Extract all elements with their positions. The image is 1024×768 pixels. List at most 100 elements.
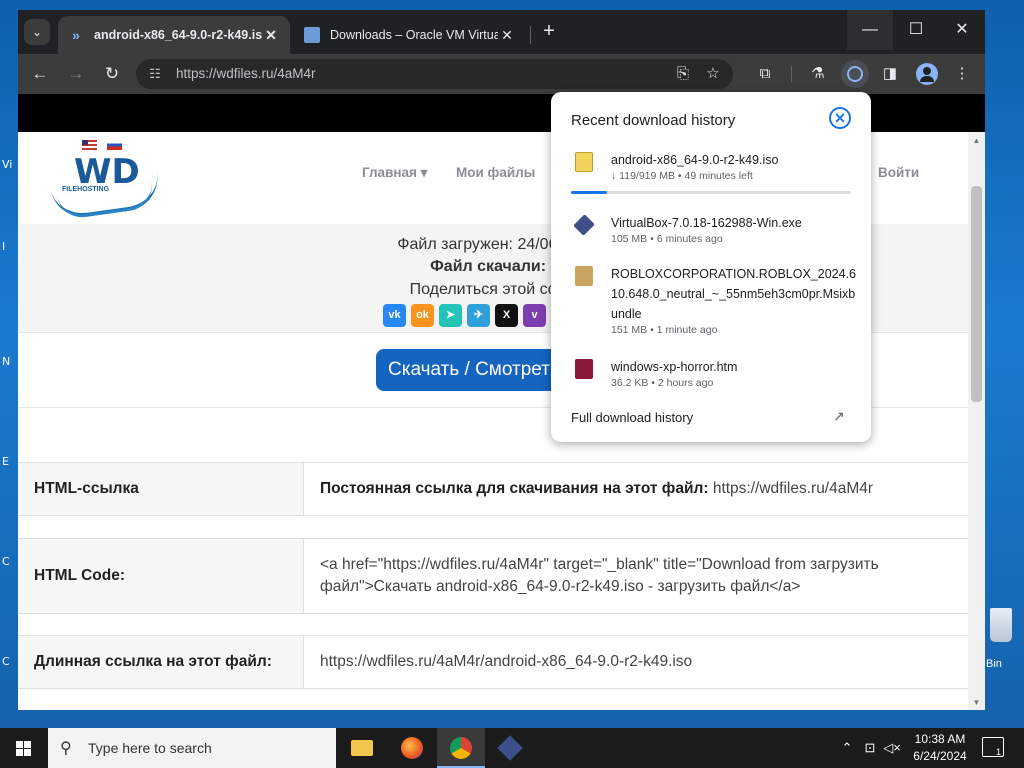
russian-flag-icon[interactable] [107,140,122,150]
site-logo[interactable]: WD FILEHOSTING [50,152,162,222]
download-item[interactable]: windows-xp-horror.htm 36.2 KB • 2 hours … [571,357,861,397]
share-buttons: vk ok ➤ ✈ X v [383,304,546,327]
network-icon[interactable]: ⊡ [860,728,880,768]
close-bubble-button[interactable]: ✕ [829,107,851,129]
menu-login[interactable]: Войти [878,165,919,180]
download-meta: 36.2 KB • 2 hours ago [611,377,714,389]
language-flags [82,140,122,150]
bookmark-star-icon[interactable]: ☆ [703,64,723,84]
close-window-button[interactable]: ✕ [939,10,985,50]
taskbar-search[interactable]: ⚲ Type here to search [48,728,336,768]
download-progress-bar [571,191,851,194]
install-app-icon[interactable]: ⎘ [673,64,693,84]
new-tab-button[interactable]: + [537,20,561,44]
tab-android-iso[interactable]: » android-x86_64-9.0-r2-k49.iso ✕ [58,16,290,54]
permanent-link[interactable]: https://wdfiles.ru/4aM4r [709,480,873,497]
virtualbox-file-icon [573,214,595,236]
x-twitter-icon[interactable]: X [495,304,518,327]
system-clock[interactable]: 10:38 AM 6/24/2024 [905,731,975,765]
telegram-icon[interactable]: ✈ [467,304,490,327]
logo-subtext: FILEHOSTING [62,186,110,193]
tab-strip: ⌄ » android-x86_64-9.0-r2-k49.iso ✕ Down… [18,10,985,54]
open-external-icon[interactable]: ↗ [833,408,849,424]
scrollbar-thumb[interactable] [971,186,982,402]
send-icon[interactable]: ➤ [439,304,462,327]
recycle-bin[interactable]: Bin [986,604,1024,674]
back-button[interactable]: ← [27,61,53,87]
notification-center-icon[interactable]: 1 [982,737,1004,757]
desktop-icon-fragment[interactable]: C [2,555,16,568]
volume-muted-icon[interactable]: ◁× [882,728,902,768]
scroll-up-arrow[interactable]: ▲ [972,136,981,145]
menu-my-files[interactable]: Мои файлы [456,165,535,180]
package-file-icon [575,266,593,286]
row-label: HTML-ссылка [18,463,304,515]
windows-logo-icon [16,741,23,748]
desktop-icon-fragment[interactable]: C [2,655,16,668]
reload-button[interactable]: ↻ [99,61,125,87]
site-info-icon[interactable]: ☷ [146,65,164,83]
long-link-value[interactable]: https://wdfiles.ru/4aM4r/android-x86_64-… [304,636,968,688]
tab-close-icon[interactable]: ✕ [498,27,516,44]
extensions-icon[interactable]: ⧉ [753,62,777,86]
profile-avatar[interactable] [916,63,938,85]
row-value-prefix: Постоянная ссылка для скачивания на этот… [320,480,709,497]
address-bar[interactable]: ☷ https://wdfiles.ru/4aM4r ⎘ ☆ [136,59,733,89]
virtualbox-taskbar-icon[interactable] [486,728,534,768]
table-row: HTML Code: <a href="https://wdfiles.ru/4… [18,538,968,614]
download-meta: 151 MB • 1 minute ago [611,324,718,336]
downloads-bubble-title: Recent download history [571,112,736,129]
row-value[interactable]: Постоянная ссылка для скачивания на этот… [304,463,968,515]
download-filename: VirtualBox-7.0.18-162988-Win.exe [611,216,802,230]
start-button[interactable] [0,728,48,768]
row-label: Длинная ссылка на этот файл: [18,636,304,688]
download-meta: ↓ 119/919 MB • 49 minutes left [611,170,753,182]
download-item[interactable]: android-x86_64-9.0-r2-k49.iso ↓ 119/919 … [571,150,861,194]
minimize-button[interactable]: — [847,10,893,50]
tray-chevron-icon[interactable]: ⌃ [838,728,856,768]
page-scrollbar[interactable]: ▲ ▼ [968,132,985,710]
recycle-bin-label: Bin [986,658,1002,670]
download-filename: windows-xp-horror.htm [611,360,738,374]
vk-icon[interactable]: vk [383,304,406,327]
download-meta: 105 MB • 6 minutes ago [611,233,723,245]
download-item[interactable]: ROBLOXCORPORATION.ROBLOX_2024.610.648.0_… [571,264,861,342]
tab-downloads-oracle[interactable]: Downloads – Oracle VM Virtua ✕ [294,16,526,54]
viber-icon[interactable]: v [523,304,546,327]
desktop-icon-fragment[interactable]: N [2,355,16,368]
desktop-icon-fragment[interactable]: Vi [2,158,16,171]
side-panel-icon[interactable]: ◨ [878,62,902,86]
english-flag-icon[interactable] [82,140,97,150]
tab-search-button[interactable]: ⌄ [24,19,50,45]
chrome-taskbar-icon[interactable] [437,728,485,768]
full-download-history-link[interactable]: Full download history [571,410,693,425]
labs-flask-icon[interactable]: ⚗ [806,62,830,86]
tab-close-icon[interactable]: ✕ [262,27,280,44]
address-url[interactable]: https://wdfiles.ru/4aM4r [176,66,316,81]
maximize-button[interactable]: ☐ [893,10,939,50]
tab-title: android-x86_64-9.0-r2-k49.iso [94,28,262,42]
download-item[interactable]: VirtualBox-7.0.18-162988-Win.exe 105 MB … [571,213,861,253]
clock-time: 10:38 AM [914,732,966,746]
windows-logo-icon [24,749,31,756]
menu-kebab-icon[interactable]: ⋮ [950,62,974,86]
forward-button[interactable]: → [63,61,89,87]
wdfiles-favicon-icon: » [72,27,80,43]
menu-home[interactable]: Главная ▾ [362,165,427,181]
tab-separator [530,26,531,44]
html-file-icon [575,359,593,379]
desktop-icon-fragment[interactable]: I [2,240,16,253]
desktop-icon-fragment[interactable]: E [2,455,16,468]
downloads-button[interactable] [841,60,869,88]
download-progress-fill [571,191,608,194]
download-filename: android-x86_64-9.0-r2-k49.iso [611,153,779,167]
row-label: HTML Code: [18,539,304,613]
scroll-down-arrow[interactable]: ▼ [972,698,981,707]
iso-file-icon [575,152,593,172]
windows-logo-icon [16,749,23,756]
odnoklassniki-icon[interactable]: ok [411,304,434,327]
downloads-bubble: Recent download history ✕ android-x86_64… [551,92,871,442]
firefox-taskbar-icon[interactable] [388,728,436,768]
html-code-value[interactable]: <a href="https://wdfiles.ru/4aM4r" targe… [304,539,968,613]
file-explorer-taskbar-icon[interactable] [338,728,386,768]
